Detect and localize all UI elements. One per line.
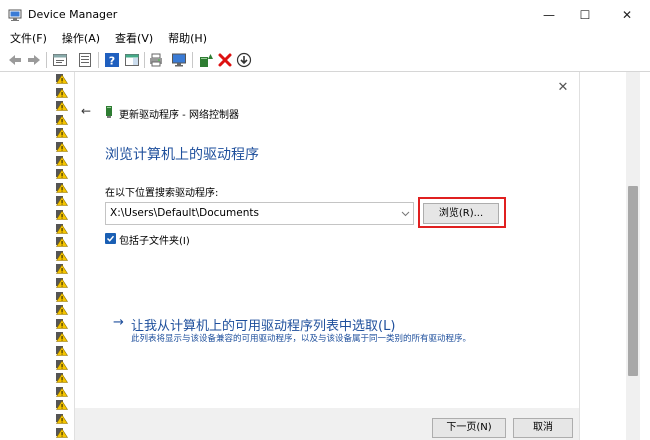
device-tree	[0, 72, 74, 440]
back-arrow-button[interactable]: ←	[81, 104, 95, 118]
window-title: Device Manager	[28, 8, 118, 21]
device-warning-icon[interactable]	[56, 87, 68, 98]
device-warning-icon[interactable]	[56, 359, 68, 370]
device-warning-icon[interactable]	[56, 101, 68, 111]
menu-view[interactable]: 查看(V)	[115, 30, 153, 48]
menu-file[interactable]: 文件(F)	[10, 30, 47, 48]
include-subfolders-label[interactable]: 包括子文件夹(I)	[119, 232, 190, 247]
device-list-icon[interactable]	[77, 52, 93, 68]
pick-from-list-description: 此列表将显示与该设备兼容的可用驱动程序，以及与该设备属于同一类别的所有驱动程序。	[131, 334, 472, 344]
device-warning-icon[interactable]	[56, 237, 68, 247]
title-bar: Device Manager — ☐ ✕	[0, 0, 650, 30]
checkmark-icon	[106, 235, 115, 242]
update-driver-icon[interactable]	[198, 52, 214, 68]
dialog-header-title: 更新驱动程序 - 网络控制器	[119, 110, 239, 121]
device-warning-icon[interactable]	[56, 414, 68, 424]
chevron-down-icon[interactable]	[401, 209, 410, 218]
device-warning-icon[interactable]	[56, 142, 68, 152]
device-warning-icon[interactable]	[56, 74, 68, 84]
device-warning-icon[interactable]	[56, 332, 68, 343]
device-warning-icon[interactable]	[56, 169, 68, 179]
device-warning-icon[interactable]	[56, 278, 68, 288]
device-warning-icon[interactable]	[56, 291, 68, 302]
properties-pane-icon[interactable]	[52, 52, 68, 68]
toolbar-separator	[46, 52, 47, 68]
device-warning-icon[interactable]	[56, 305, 68, 315]
device-warning-icon[interactable]	[56, 346, 68, 356]
toolbar-separator	[98, 52, 99, 68]
network-adapter-icon	[106, 106, 112, 118]
scrollbar-thumb[interactable]	[628, 186, 638, 376]
menu-help[interactable]: 帮助(H)	[168, 30, 207, 48]
device-warning-icon[interactable]	[56, 196, 68, 207]
maximize-button[interactable]: ☐	[562, 0, 608, 30]
device-manager-icon	[8, 9, 22, 21]
next-button[interactable]: 下一页(N)	[432, 418, 506, 438]
download-icon[interactable]	[236, 52, 252, 68]
dialog-heading: 浏览计算机上的驱动程序	[105, 147, 259, 163]
device-warning-icon[interactable]	[56, 114, 68, 125]
search-location-label: 在以下位置搜索驱动程序:	[105, 188, 219, 199]
arrow-right-icon[interactable]: →	[113, 315, 124, 330]
back-icon[interactable]	[7, 52, 23, 68]
update-driver-dialog: ✕ ← 更新驱动程序 - 网络控制器 浏览计算机上的驱动程序 在以下位置搜索驱动…	[74, 72, 580, 440]
device-warning-icon[interactable]	[56, 155, 68, 166]
toolbar: ?	[0, 48, 650, 72]
action-pane-icon[interactable]	[124, 52, 140, 68]
close-window-button[interactable]: ✕	[604, 0, 650, 30]
toolbar-separator	[192, 52, 193, 68]
driver-path-value: X:\Users\Default\Documents	[110, 207, 259, 219]
device-warning-icon[interactable]	[56, 386, 68, 397]
device-warning-icon[interactable]	[56, 400, 68, 411]
device-warning-icon[interactable]	[56, 128, 68, 139]
forward-icon[interactable]	[26, 52, 42, 68]
cancel-button[interactable]: 取消	[513, 418, 573, 438]
browse-button[interactable]: 浏览(R)...	[423, 203, 499, 224]
toolbar-separator	[144, 52, 145, 68]
device-warning-icon[interactable]	[56, 427, 68, 438]
device-warning-icon[interactable]	[56, 210, 68, 220]
dialog-close-button[interactable]: ✕	[553, 78, 573, 98]
svg-text:?: ?	[109, 55, 115, 68]
device-warning-icon[interactable]	[56, 373, 68, 383]
device-warning-icon[interactable]	[56, 318, 68, 329]
uninstall-icon[interactable]	[217, 52, 233, 68]
device-warning-icon[interactable]	[56, 264, 68, 275]
device-warning-icon[interactable]	[56, 182, 68, 193]
device-warning-icon[interactable]	[56, 250, 68, 261]
include-subfolders-checkbox[interactable]	[105, 233, 116, 244]
device-warning-icon[interactable]	[56, 223, 68, 234]
driver-path-input[interactable]: X:\Users\Default\Documents	[105, 202, 414, 225]
menu-action[interactable]: 操作(A)	[62, 30, 100, 48]
menu-bar: 文件(F) 操作(A) 查看(V) 帮助(H)	[0, 30, 650, 48]
help-icon[interactable]: ?	[104, 52, 120, 68]
print-icon[interactable]	[148, 52, 164, 68]
monitor-icon[interactable]	[171, 52, 187, 68]
window-scrollbar[interactable]	[626, 72, 640, 440]
